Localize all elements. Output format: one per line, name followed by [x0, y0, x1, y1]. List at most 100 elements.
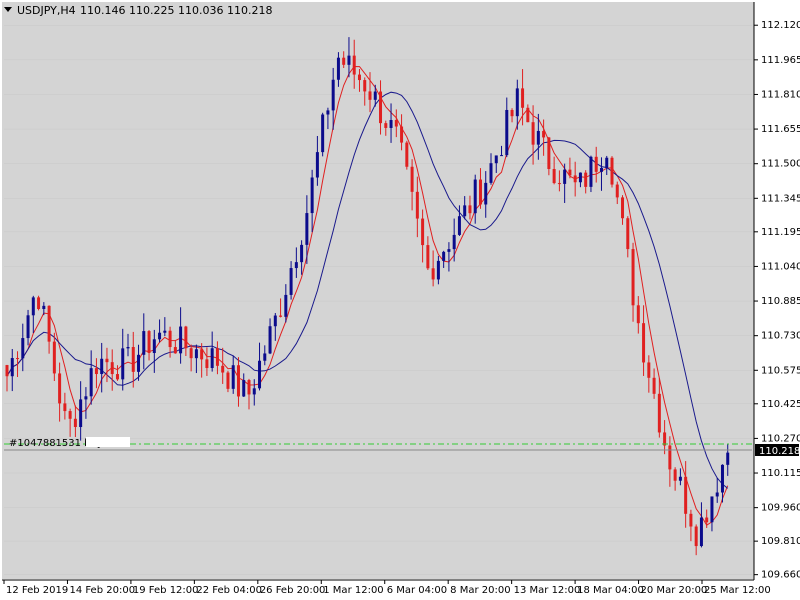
candle-body [547, 137, 551, 170]
candle-body [720, 464, 724, 493]
candle-body [268, 326, 272, 354]
candle-body [631, 249, 635, 306]
candle-body [505, 109, 509, 156]
candle-body [447, 249, 451, 252]
candle-body [357, 74, 361, 81]
candle-body [284, 294, 288, 317]
candle-body [657, 393, 661, 433]
candle-body [73, 418, 77, 428]
time-axis[interactable]: 12 Feb 2019 14 Feb 20:0019 Feb 12:0022 Fe… [3, 580, 771, 596]
candle-body [247, 380, 251, 395]
candle-body [294, 262, 298, 269]
candle-body [16, 358, 20, 360]
candle-body [236, 365, 240, 397]
candle-body [5, 365, 9, 377]
candle-body [100, 358, 104, 375]
candle-body [42, 305, 46, 310]
candle-body [184, 326, 188, 349]
candle-body [231, 365, 235, 389]
x-tick-label: 26 Feb 20:00 [260, 585, 326, 596]
candle-body [210, 348, 214, 369]
candle-body [163, 330, 167, 333]
candle-body [594, 156, 598, 172]
candle-body [368, 91, 372, 100]
candle-body [415, 191, 419, 219]
candle-body [536, 130, 540, 145]
y-tick-label: 110.425 [761, 399, 800, 410]
candle-body [521, 88, 525, 108]
candle-body [610, 157, 614, 185]
x-tick-label: 19 Feb 12:00 [133, 585, 199, 596]
candle-body [400, 126, 404, 143]
x-tick-label: 6 Mar 04:00 [387, 585, 447, 596]
candle-body [626, 218, 630, 250]
candle-body [531, 122, 535, 145]
candle-body [258, 360, 262, 389]
candle-body [578, 172, 582, 183]
y-tick-label: 109.960 [761, 503, 800, 514]
x-tick-label: 22 Feb 04:00 [196, 585, 262, 596]
candle-body [615, 184, 619, 198]
candle-body [315, 152, 319, 178]
candle-body [373, 91, 377, 100]
candle-body [557, 183, 561, 185]
x-tick-label: 1 Mar 12:00 [323, 585, 383, 596]
candle-body [515, 88, 519, 117]
candle-body [715, 492, 719, 497]
candle-body [510, 109, 514, 117]
candle-body [26, 315, 30, 339]
candle-body [394, 120, 398, 127]
candle-body [621, 197, 625, 219]
candle [321, 112, 325, 157]
candle-body [652, 377, 656, 394]
candle-body [47, 305, 51, 342]
candle-body [526, 107, 530, 123]
candle-body [189, 348, 193, 359]
candle-body [326, 110, 330, 115]
candle-body [142, 331, 146, 355]
candle-body [710, 496, 714, 523]
candle-body [463, 205, 467, 217]
candle-body [705, 517, 709, 523]
candle-body [89, 368, 93, 397]
candle-body [147, 331, 151, 353]
price-axis[interactable]: 112.120 111.965 111.810 111.655 111.500 111.3… [754, 20, 800, 581]
candle-body [694, 526, 698, 547]
y-tick-label: 111.040 [761, 261, 800, 272]
candle-body [426, 245, 430, 269]
candle-body [584, 172, 588, 187]
candle-body [478, 179, 482, 205]
candle-body [410, 166, 414, 192]
candle-body [194, 349, 198, 359]
candle-body [347, 55, 351, 65]
candle-body [689, 513, 693, 527]
candle-body [279, 315, 283, 317]
candle-body [110, 362, 114, 375]
candle-body [673, 469, 677, 481]
candle-body [726, 452, 730, 465]
chart-canvas[interactable]: 112.120 111.965 111.810 111.655 111.500 111.3… [0, 0, 800, 600]
candle [405, 140, 409, 170]
candle-body [252, 388, 256, 395]
candle-body [289, 268, 293, 295]
candle-body [215, 348, 219, 366]
y-tick-label: 110.730 [761, 331, 800, 342]
candle-body [605, 157, 609, 168]
candle-body [436, 260, 440, 280]
candle-body [200, 349, 204, 360]
y-tick-label: 110.885 [761, 296, 800, 307]
candle-body [137, 354, 141, 372]
candle-body [242, 380, 246, 397]
candle-body [636, 305, 640, 324]
y-tick-label: 111.195 [761, 227, 800, 238]
current-price-label: 110.218 [759, 446, 800, 457]
candle-body [642, 323, 646, 363]
candle-body [221, 365, 225, 373]
candle-body [84, 396, 88, 400]
candle-body [468, 205, 472, 214]
x-tick-label: 13 Mar 12:00 [514, 585, 581, 596]
candle-body [379, 91, 383, 124]
candle-body [273, 315, 277, 327]
candle-body [79, 399, 83, 428]
candle-body [158, 332, 162, 340]
